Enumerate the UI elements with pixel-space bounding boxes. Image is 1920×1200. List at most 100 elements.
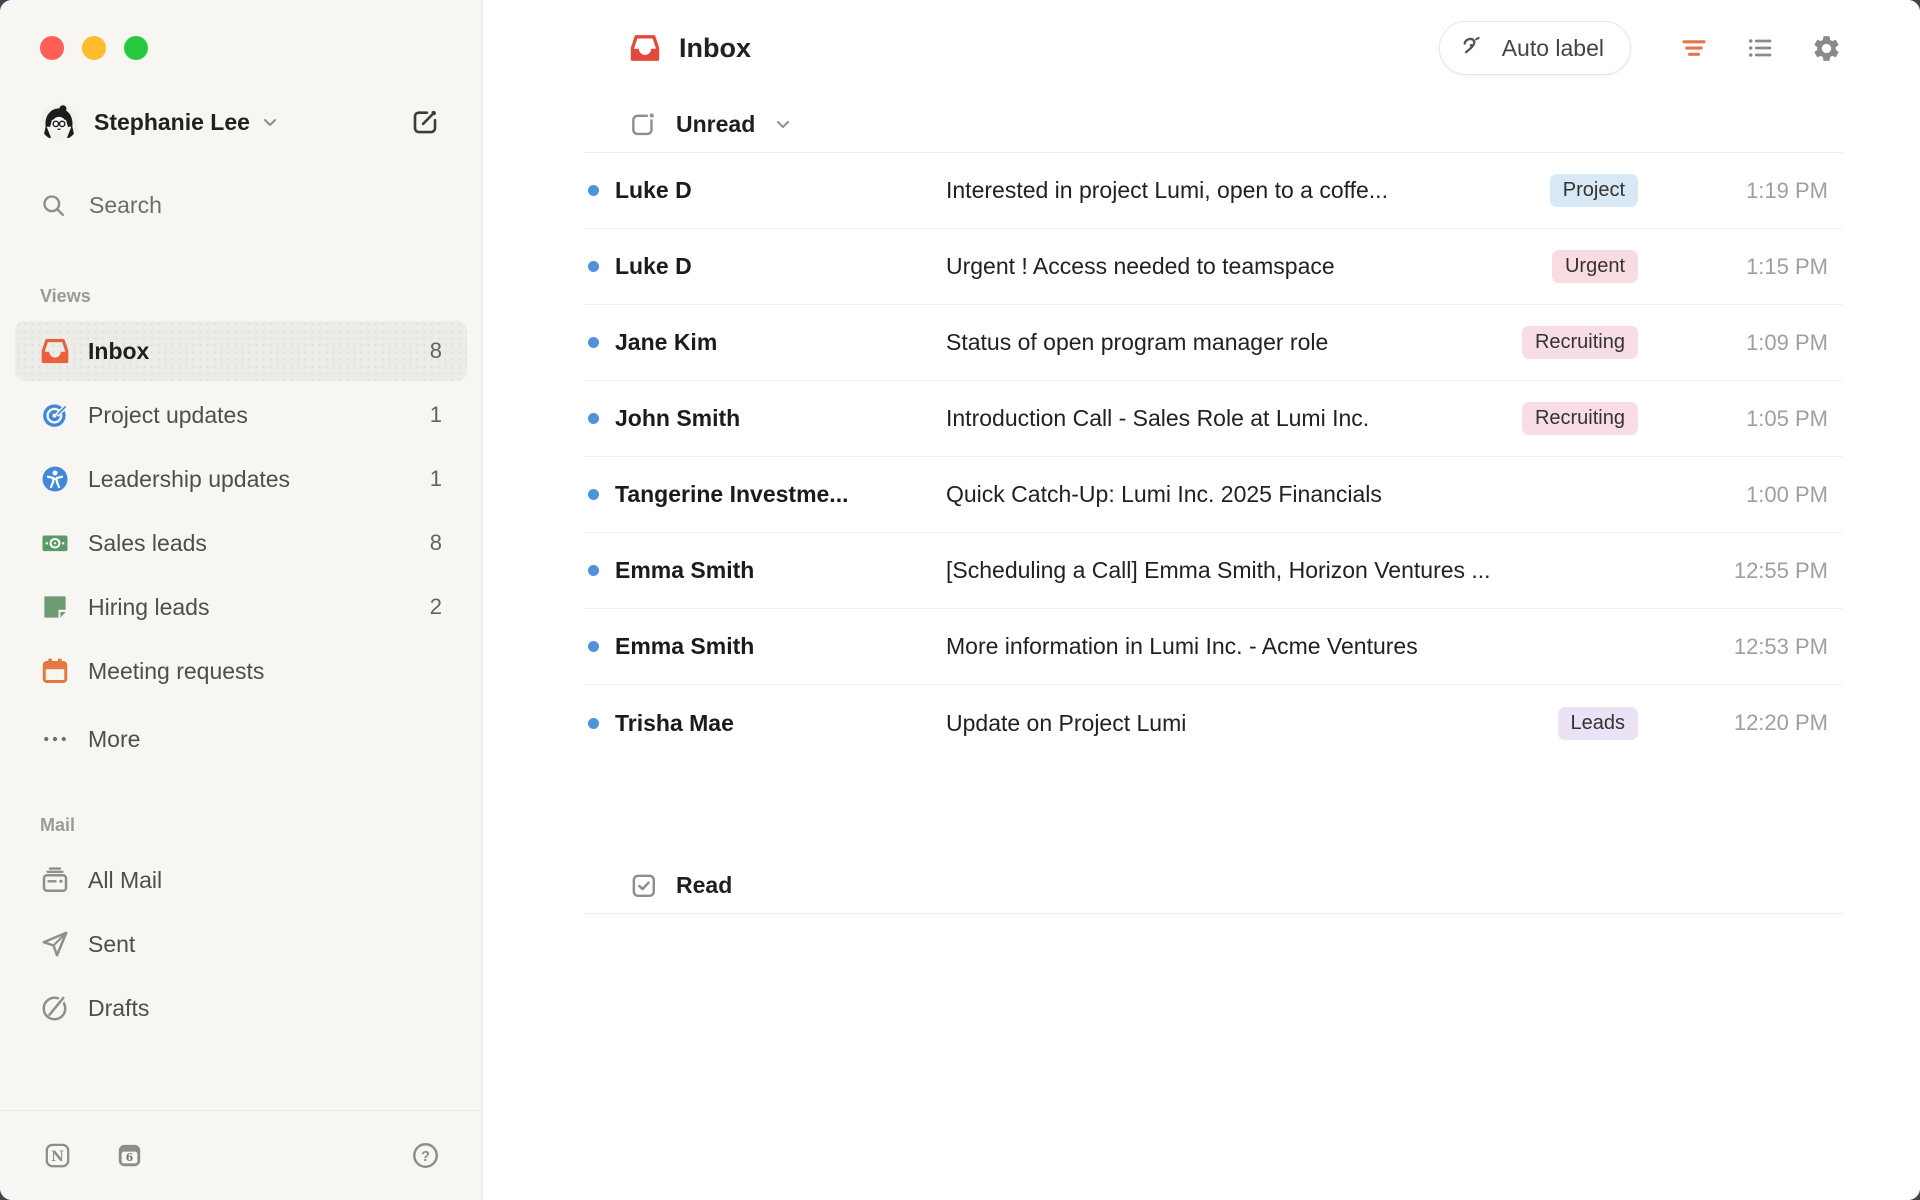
email-row[interactable]: John Smith Introduction Call - Sales Rol…	[584, 381, 1843, 457]
person-circle-icon	[40, 464, 70, 494]
email-label-badge: Urgent	[1552, 250, 1638, 283]
chevron-down-icon	[260, 112, 280, 132]
email-subject: Quick Catch-Up: Lumi Inc. 2025 Financial…	[946, 481, 1673, 508]
gear-icon[interactable]	[1809, 31, 1843, 65]
account-switcher[interactable]: Stephanie Lee	[40, 102, 442, 142]
chevron-down-icon	[773, 114, 793, 134]
search-button[interactable]: Search	[40, 190, 442, 220]
email-subject: Urgent ! Access needed to teamspace	[946, 253, 1532, 280]
email-sender: Luke D	[615, 177, 946, 204]
group-divider	[584, 913, 1843, 914]
email-row[interactable]: Emma Smith More information in Lumi Inc.…	[584, 609, 1843, 685]
sidebar-item-sales-leads[interactable]: Sales leads 8	[15, 513, 467, 573]
close-window-button[interactable]	[40, 36, 64, 60]
email-time: 1:15 PM	[1693, 254, 1843, 280]
auto-label-icon	[1460, 34, 1488, 62]
read-group-header[interactable]: Read	[629, 857, 1843, 913]
sidebar-item-sent[interactable]: Sent	[15, 914, 467, 974]
mail-nav: All Mail Sent	[0, 850, 482, 1038]
email-subject: [Scheduling a Call] Emma Smith, Horizon …	[946, 557, 1673, 584]
auto-label-button[interactable]: Auto label	[1439, 21, 1631, 75]
window-controls	[0, 0, 482, 60]
unread-icon	[629, 110, 658, 139]
unread-dot	[588, 641, 599, 652]
email-row[interactable]: Emma Smith [Scheduling a Call] Emma Smit…	[584, 533, 1843, 609]
email-sender: Emma Smith	[615, 633, 946, 660]
sidebar-item-drafts[interactable]: Drafts	[15, 978, 467, 1038]
sidebar-item-all-mail[interactable]: All Mail	[15, 850, 467, 910]
compose-button[interactable]	[408, 105, 442, 139]
unread-dot	[588, 413, 599, 424]
sidebar-item-project-updates[interactable]: Project updates 1	[15, 385, 467, 445]
notion-calendar-icon[interactable]: 6	[112, 1139, 146, 1173]
unread-dot	[588, 337, 599, 348]
unread-group-label: Unread	[676, 111, 755, 138]
email-row[interactable]: Luke D Interested in project Lumi, open …	[584, 153, 1843, 229]
email-sender: Tangerine Investme...	[615, 481, 946, 508]
sidebar-item-meeting-requests[interactable]: Meeting requests	[15, 641, 467, 701]
views-nav: Inbox 8 Project updates 1	[0, 321, 482, 769]
main-panel: Inbox Auto label	[483, 0, 1920, 1200]
section-label-views: Views	[40, 286, 442, 307]
auto-label-text: Auto label	[1502, 35, 1604, 62]
sidebar-item-more[interactable]: More	[15, 709, 467, 769]
unread-dot	[588, 261, 599, 272]
email-subject: More information in Lumi Inc. - Acme Ven…	[946, 633, 1673, 660]
sidebar: Stephanie Lee Search Views	[0, 0, 483, 1200]
email-row[interactable]: Trisha Mae Update on Project Lumi Leads …	[584, 685, 1843, 761]
filter-icon[interactable]	[1677, 31, 1711, 65]
inbox-icon	[629, 32, 661, 64]
email-sender: Luke D	[615, 253, 946, 280]
inbox-icon	[40, 336, 70, 366]
email-subject: Interested in project Lumi, open to a co…	[946, 177, 1530, 204]
ellipsis-icon	[40, 724, 70, 754]
email-time: 1:19 PM	[1693, 178, 1843, 204]
list-view-icon[interactable]	[1743, 31, 1777, 65]
read-group-label: Read	[676, 872, 732, 899]
notion-logo-icon[interactable]: N	[40, 1139, 74, 1173]
user-name: Stephanie Lee	[94, 109, 250, 136]
search-icon	[40, 192, 67, 219]
unread-dot	[588, 565, 599, 576]
email-row[interactable]: Tangerine Investme... Quick Catch-Up: Lu…	[584, 457, 1843, 533]
email-list: Luke D Interested in project Lumi, open …	[584, 153, 1843, 761]
email-subject: Introduction Call - Sales Role at Lumi I…	[946, 405, 1502, 432]
email-time: 12:55 PM	[1693, 558, 1843, 584]
email-row[interactable]: Jane Kim Status of open program manager …	[584, 305, 1843, 381]
unread-dot	[588, 489, 599, 500]
sidebar-item-hiring-leads[interactable]: Hiring leads 2	[15, 577, 467, 637]
svg-text:N: N	[51, 1149, 64, 1165]
svg-text:?: ?	[421, 1149, 430, 1165]
target-icon	[40, 400, 70, 430]
email-label-badge: Recruiting	[1522, 326, 1638, 359]
sidebar-item-inbox[interactable]: Inbox 8	[15, 321, 467, 381]
zoom-window-button[interactable]	[124, 36, 148, 60]
email-sender: John Smith	[615, 405, 946, 432]
sidebar-item-leadership-updates[interactable]: Leadership updates 1	[15, 449, 467, 509]
email-time: 12:20 PM	[1693, 710, 1843, 736]
search-label: Search	[89, 192, 162, 219]
app-window: Stephanie Lee Search Views	[0, 0, 1920, 1200]
email-time: 12:53 PM	[1693, 634, 1843, 660]
all-mail-icon	[40, 865, 70, 895]
avatar	[40, 103, 78, 141]
email-subject: Status of open program manager role	[946, 329, 1502, 356]
sidebar-footer: N 6 ?	[0, 1110, 482, 1200]
unread-dot	[588, 185, 599, 196]
help-icon[interactable]: ?	[408, 1139, 442, 1173]
email-sender: Trisha Mae	[615, 710, 946, 737]
send-icon	[40, 929, 70, 959]
email-time: 1:09 PM	[1693, 330, 1843, 356]
unread-dot	[588, 718, 599, 729]
section-label-mail: Mail	[40, 815, 442, 836]
minimize-window-button[interactable]	[82, 36, 106, 60]
email-label-badge: Recruiting	[1522, 402, 1638, 435]
unread-group-header[interactable]: Unread	[629, 96, 1843, 152]
calendar-day-number: 6	[125, 1151, 132, 1164]
email-row[interactable]: Luke D Urgent ! Access needed to teamspa…	[584, 229, 1843, 305]
page-title: Inbox	[679, 33, 751, 64]
drafts-icon	[40, 993, 70, 1023]
email-sender: Emma Smith	[615, 557, 946, 584]
email-label-badge: Project	[1550, 174, 1638, 207]
email-time: 1:00 PM	[1693, 482, 1843, 508]
